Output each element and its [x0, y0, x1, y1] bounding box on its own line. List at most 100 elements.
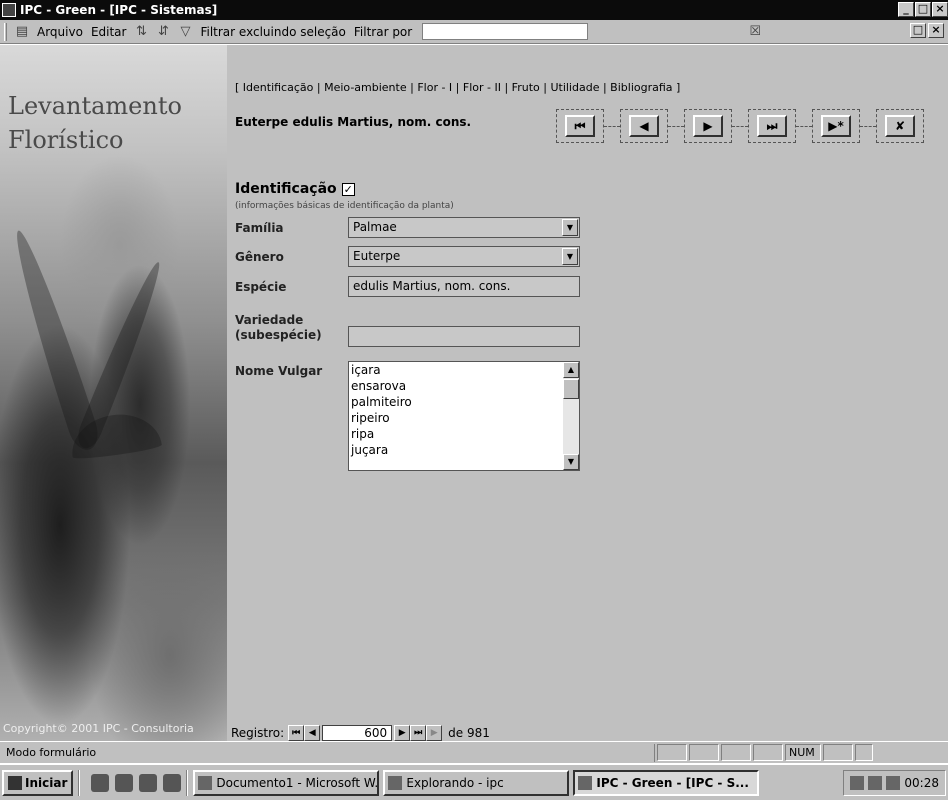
nav-previous-icon[interactable]: ◀	[304, 725, 321, 741]
network-icon[interactable]	[850, 775, 865, 790]
familia-label: Família	[235, 221, 284, 235]
list-item[interactable]: ensarova	[351, 378, 579, 394]
first-record-frame: ⏮	[556, 109, 604, 143]
minimize-button[interactable]: _	[898, 2, 914, 17]
tab-identificacao[interactable]: Identificação	[243, 81, 314, 94]
remove-filter-icon[interactable]: ☒	[746, 23, 764, 41]
menu-filtrar-excluindo[interactable]: Filtrar excluindo seleção	[196, 25, 349, 39]
genero-combobox[interactable]: Euterpe ▼	[348, 246, 580, 267]
desktop-icon[interactable]	[115, 773, 134, 792]
sort-ascending-icon[interactable]: ⇅	[132, 23, 150, 41]
new-record-frame: ▶*	[812, 109, 860, 143]
nav-connector	[732, 125, 748, 127]
brand-line-1: Levantamento	[8, 92, 182, 120]
form-icon[interactable]: ▤	[13, 23, 31, 41]
chevron-down-icon[interactable]: ▼	[562, 248, 578, 265]
status-panel	[657, 744, 687, 761]
nav-connector	[796, 125, 812, 127]
last-record-button[interactable]: ⏭	[757, 115, 787, 137]
tab-bibliografia[interactable]: Bibliografia	[610, 81, 672, 94]
media-icon[interactable]	[163, 773, 182, 792]
sort-descending-icon[interactable]: ⇵	[154, 23, 172, 41]
scroll-down-icon[interactable]: ▼	[563, 454, 579, 470]
taskbar-separator	[186, 769, 189, 796]
tab-flor-i[interactable]: Flor - I	[417, 81, 452, 94]
next-record-button[interactable]: ▶	[693, 115, 723, 137]
menu-filtrar-por[interactable]: Filtrar por	[350, 25, 416, 39]
scroll-up-icon[interactable]: ▲	[563, 362, 579, 378]
scrollbar-thumb[interactable]	[563, 379, 579, 399]
task-word-label: Documento1 - Microsoft W...	[216, 775, 380, 790]
start-button[interactable]: Iniciar	[2, 769, 74, 796]
nav-connector	[668, 125, 684, 127]
menu-arquivo[interactable]: Arquivo	[33, 25, 87, 39]
list-item[interactable]: içara	[351, 362, 579, 378]
familia-combobox[interactable]: Palmae ▼	[348, 217, 580, 238]
volume-icon[interactable]	[868, 775, 883, 790]
nav-first-icon[interactable]: ⏮	[288, 725, 305, 741]
nome-vulgar-items: içara ensarova palmiteiro ripeiro ripa j…	[349, 362, 579, 458]
close-button[interactable]: ×	[932, 2, 948, 17]
outlook-icon[interactable]	[139, 773, 158, 792]
close-form-frame: ✘	[876, 109, 924, 143]
section-title-text: Identificação	[235, 181, 337, 197]
chevron-down-icon[interactable]: ▼	[562, 219, 578, 236]
window-controls: _ □ ×	[898, 2, 948, 17]
child-window-controls: □ ×	[910, 23, 944, 38]
clock[interactable]: 00:28	[904, 776, 939, 790]
last-record-frame: ⏭	[748, 109, 796, 143]
nav-last-icon[interactable]: ⏭	[410, 725, 427, 741]
identificacao-checkbox[interactable]: ✓	[341, 182, 355, 196]
menu-editar[interactable]: Editar	[87, 25, 131, 39]
task-ipc-green[interactable]: IPC - Green - [IPC - S...	[573, 769, 760, 796]
nav-new-icon[interactable]: ▶	[426, 725, 443, 741]
form-area: [ Identificação | Meio-ambiente | Flor -…	[227, 45, 948, 741]
record-label: Registro:	[231, 726, 285, 740]
windows-logo-icon	[8, 775, 22, 790]
list-item[interactable]: palmiteiro	[351, 394, 579, 410]
task-explorer[interactable]: Explorando - ipc	[383, 769, 570, 796]
task-ipc-label: IPC - Green - [IPC - S...	[596, 775, 749, 790]
copyright-text: Copyright© 2001 IPC - Consultoria	[3, 722, 194, 735]
internet-explorer-icon[interactable]	[91, 773, 110, 792]
record-number-input[interactable]: 600	[322, 725, 393, 741]
tab-fruto[interactable]: Fruto	[512, 81, 540, 94]
taskbar: Iniciar Documento1 - Microsoft W... Expl…	[0, 763, 948, 800]
next-record-frame: ▶	[684, 109, 732, 143]
tabs-separator: |	[500, 81, 512, 94]
restore-child-button[interactable]: □	[910, 23, 926, 38]
nav-connector	[604, 125, 620, 127]
variedade-field[interactable]	[348, 326, 580, 347]
explorer-icon	[388, 775, 403, 790]
num-lock-indicator: NUM	[785, 744, 821, 761]
list-item[interactable]: ripa	[351, 426, 579, 442]
toolbar-grip[interactable]	[4, 22, 7, 41]
record-navigator: Registro: ⏮ ◀ 600 ▶ ⏭ ▶ de 981	[231, 725, 490, 741]
list-item[interactable]: juçara	[351, 442, 579, 458]
tab-flor-ii[interactable]: Flor - II	[463, 81, 501, 94]
nav-next-icon[interactable]: ▶	[394, 725, 411, 741]
close-form-button[interactable]: ✘	[885, 115, 915, 137]
word-icon	[198, 775, 213, 790]
nome-vulgar-listbox[interactable]: içara ensarova palmiteiro ripeiro ripa j…	[348, 361, 580, 471]
listbox-scrollbar[interactable]: ▲ ▼	[563, 362, 579, 470]
first-record-button[interactable]: ⏮	[565, 115, 595, 137]
system-tray: 00:28	[843, 769, 946, 796]
status-panel	[823, 744, 853, 761]
tab-utilidade[interactable]: Utilidade	[550, 81, 599, 94]
new-record-button[interactable]: ▶*	[821, 115, 851, 137]
previous-record-button[interactable]: ◀	[629, 115, 659, 137]
tab-meio-ambiente[interactable]: Meio-ambiente	[324, 81, 407, 94]
close-child-button[interactable]: ×	[928, 23, 944, 38]
familia-value: Palmae	[353, 220, 397, 234]
task-word[interactable]: Documento1 - Microsoft W...	[193, 769, 380, 796]
title-bar: IPC - Green - [IPC - Sistemas] _ □ ×	[0, 0, 948, 20]
app-brand: Levantamento Florístico	[8, 89, 182, 157]
maximize-button[interactable]: □	[915, 2, 931, 17]
tray-app-icon[interactable]	[886, 775, 901, 790]
filter-icon[interactable]: ▽	[176, 23, 194, 41]
especie-field[interactable]: edulis Martius, nom. cons.	[348, 276, 580, 297]
list-item[interactable]: ripeiro	[351, 410, 579, 426]
status-panel	[689, 744, 719, 761]
filter-by-input[interactable]	[422, 23, 589, 40]
